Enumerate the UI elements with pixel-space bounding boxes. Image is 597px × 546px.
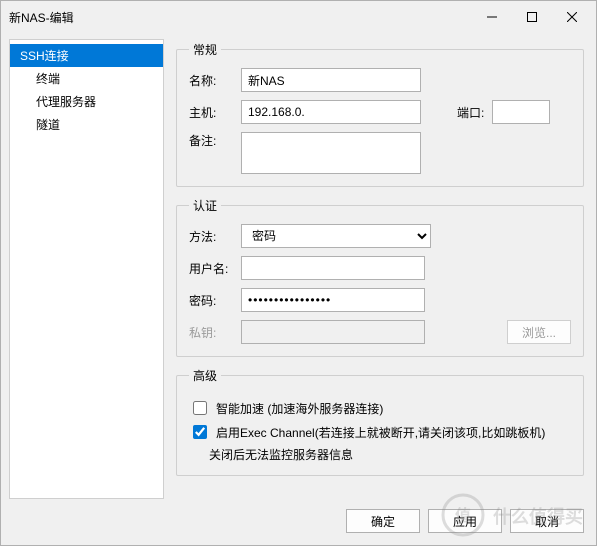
advanced-legend: 高级 bbox=[189, 367, 221, 384]
apply-button[interactable]: 应用 bbox=[428, 509, 502, 533]
exec-channel-label: 启用Exec Channel(若连接上就被断开,请关闭该项,比如跳板机) bbox=[216, 424, 545, 441]
host-input[interactable] bbox=[241, 100, 421, 124]
password-label: 密码: bbox=[189, 292, 233, 309]
minimize-button[interactable] bbox=[472, 3, 512, 31]
dialog-window: 新NAS-编辑 SSH连接 终端 代理服务器 隧道 常规 名称: 主机: bbox=[0, 0, 597, 546]
advanced-group: 高级 智能加速 (加速海外服务器连接) 启用Exec Channel(若连接上就… bbox=[176, 367, 584, 476]
privkey-input bbox=[241, 320, 425, 344]
browse-button: 浏览... bbox=[507, 320, 571, 344]
window-title: 新NAS-编辑 bbox=[9, 9, 472, 26]
port-input[interactable] bbox=[492, 100, 550, 124]
exec-channel-row[interactable]: 启用Exec Channel(若连接上就被断开,请关闭该项,比如跳板机) bbox=[189, 422, 571, 442]
note-input[interactable] bbox=[241, 132, 421, 174]
general-legend: 常规 bbox=[189, 41, 221, 58]
privkey-label: 私钥: bbox=[189, 324, 233, 341]
password-input[interactable] bbox=[241, 288, 425, 312]
sidebar-item-terminal[interactable]: 终端 bbox=[10, 67, 163, 90]
exec-channel-hint: 关闭后无法监控服务器信息 bbox=[209, 446, 571, 463]
method-select[interactable]: 密码 bbox=[241, 224, 431, 248]
general-group: 常规 名称: 主机: 端口: 备注: bbox=[176, 41, 584, 187]
sidebar-item-proxy[interactable]: 代理服务器 bbox=[10, 90, 163, 113]
smart-accel-checkbox[interactable] bbox=[193, 401, 207, 415]
close-button[interactable] bbox=[552, 3, 592, 31]
user-input[interactable] bbox=[241, 256, 425, 280]
sidebar: SSH连接 终端 代理服务器 隧道 bbox=[9, 39, 164, 499]
smart-accel-row[interactable]: 智能加速 (加速海外服务器连接) bbox=[189, 398, 571, 418]
port-label: 端口: bbox=[457, 104, 484, 121]
sidebar-item-ssh[interactable]: SSH连接 bbox=[10, 44, 163, 67]
note-label: 备注: bbox=[189, 132, 233, 149]
name-input[interactable] bbox=[241, 68, 421, 92]
ok-button[interactable]: 确定 bbox=[346, 509, 420, 533]
user-label: 用户名: bbox=[189, 260, 233, 277]
cancel-button[interactable]: 取消 bbox=[510, 509, 584, 533]
method-label: 方法: bbox=[189, 228, 233, 245]
titlebar: 新NAS-编辑 bbox=[1, 1, 596, 33]
exec-channel-checkbox[interactable] bbox=[193, 425, 207, 439]
host-label: 主机: bbox=[189, 104, 233, 121]
dialog-footer: 确定 应用 取消 bbox=[1, 499, 596, 545]
auth-group: 认证 方法: 密码 用户名: 密码: 私钥: bbox=[176, 197, 584, 357]
maximize-button[interactable] bbox=[512, 3, 552, 31]
smart-accel-label: 智能加速 (加速海外服务器连接) bbox=[216, 400, 383, 417]
sidebar-item-tunnel[interactable]: 隧道 bbox=[10, 113, 163, 136]
name-label: 名称: bbox=[189, 72, 233, 89]
auth-legend: 认证 bbox=[189, 197, 221, 214]
